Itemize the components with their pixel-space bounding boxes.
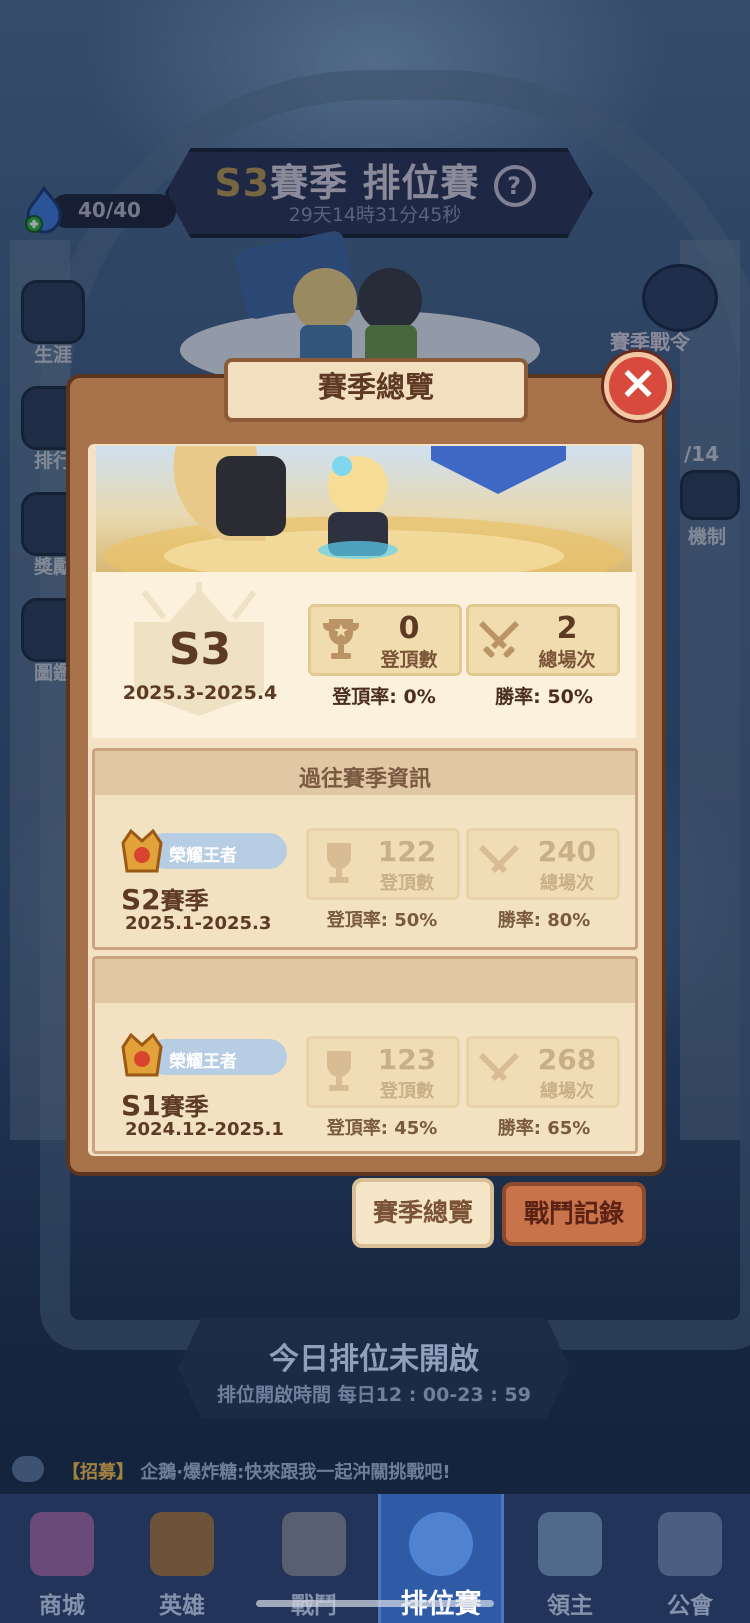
past-peak-stat: 123 登頂數 — [306, 1036, 460, 1108]
past-season-code: S1 — [121, 1089, 161, 1122]
nav-label: 商城 — [39, 1593, 85, 1619]
win-rate-label: 勝率: — [497, 1118, 541, 1139]
close-button[interactable]: × — [604, 352, 672, 420]
win-rate-label: 勝率: — [497, 910, 541, 931]
past-total-count: 268 — [537, 1043, 597, 1076]
current-peak-label: 登頂數 — [380, 649, 438, 671]
past-season-range: 2025.1-2025.3 — [125, 913, 272, 934]
past-total-label: 總場次 — [540, 1081, 594, 1102]
past-peak-rate: 登頂率: 45% — [302, 1114, 462, 1140]
past-win-rate: 勝率: 80% — [464, 906, 624, 932]
past-seasons-title: 過往賽季資訊 — [298, 767, 431, 792]
trophy-icon — [327, 843, 351, 883]
trophy-icon — [323, 619, 359, 659]
past-season-word: 賽季 — [160, 1093, 209, 1121]
past-peak-count: 122 — [377, 835, 437, 868]
past-peak-rate: 登頂率: 50% — [302, 906, 462, 932]
nav-label: 公會 — [667, 1593, 713, 1619]
modal-title: 賽季總覽 — [317, 370, 434, 404]
past-peak-label: 登頂數 — [380, 873, 434, 894]
current-peak-count: 0 — [398, 611, 420, 646]
rank-title: 榮耀王者 — [169, 1052, 237, 1072]
past-season-range: 2024.12-2025.1 — [125, 1119, 284, 1140]
past-peak-count: 123 — [377, 1043, 437, 1076]
peak-rate-value: 50% — [394, 910, 438, 931]
past-season-word: 賽季 — [160, 887, 209, 915]
nav-hero[interactable]: 英雄 — [122, 1494, 242, 1623]
win-rate-value: 80% — [547, 910, 591, 931]
past-season-label: S1賽季 — [121, 1087, 209, 1122]
chat-tag: 【招募】 — [62, 1462, 134, 1483]
chat-message-text: 企鵝·爆炸糖:快來跟我一起沖關挑戰吧! — [140, 1462, 451, 1483]
home-indicator[interactable] — [256, 1600, 494, 1607]
hero-icon — [150, 1512, 214, 1576]
lord-icon — [538, 1512, 602, 1576]
trophy-icon — [327, 1051, 351, 1091]
tab-battle-records[interactable]: 戰鬥記錄 — [502, 1182, 646, 1246]
past-total-stat: 240 總場次 — [466, 828, 620, 900]
current-total-count: 2 — [556, 611, 578, 646]
peak-rate-value: 45% — [394, 1118, 438, 1139]
current-season-code: S3 — [168, 624, 232, 675]
past-total-label: 總場次 — [540, 873, 594, 894]
past-season-label: S2賽季 — [121, 881, 209, 916]
peak-rate-value: 0% — [403, 686, 436, 708]
chat-message: 【招募】 企鵝·爆炸糖:快來跟我一起沖關挑戰吧! — [62, 1458, 451, 1484]
win-rate-label: 勝率: — [495, 686, 541, 708]
nav-label: 英雄 — [159, 1593, 205, 1619]
past-total-stat: 268 總場次 — [466, 1036, 620, 1108]
peak-rate-label: 登頂率: — [326, 910, 388, 931]
nav-label: 領主 — [547, 1593, 593, 1619]
current-peak-stat: 0 登頂數 — [308, 604, 462, 676]
past-total-count: 240 — [537, 835, 597, 868]
ranked-status-title: 今日排位未開啟 — [269, 1342, 479, 1377]
close-icon: × — [618, 355, 658, 409]
nav-guild[interactable]: 公會 — [630, 1494, 750, 1623]
current-peak-rate: 登頂率: 0% — [304, 682, 464, 709]
chat-bubble-icon — [12, 1456, 44, 1482]
nav-shop[interactable]: 商城 — [2, 1494, 122, 1623]
past-win-rate: 勝率: 65% — [464, 1114, 624, 1140]
win-rate-value: 50% — [547, 686, 593, 708]
crossed-swords-icon — [479, 621, 519, 658]
banner-artwork — [104, 446, 624, 572]
ranked-open-time: 排位開啟時間 每日12 : 00-23 : 59 — [217, 1384, 531, 1406]
crown-rank-icon — [121, 1032, 163, 1077]
crossed-swords-icon — [479, 1053, 519, 1081]
current-season-range: 2025.3-2025.4 — [122, 682, 278, 704]
current-total-stat: 2 總場次 — [466, 604, 620, 676]
battle-icon — [282, 1512, 346, 1576]
chat-ticker[interactable]: 【招募】 企鵝·爆炸糖:快來跟我一起沖關挑戰吧! — [12, 1456, 742, 1486]
current-win-rate: 勝率: 50% — [464, 682, 624, 709]
peak-rate-label: 登頂率: — [326, 1118, 388, 1139]
shop-icon — [30, 1512, 94, 1576]
season-banner-image — [96, 446, 632, 572]
past-season-code: S2 — [121, 883, 161, 916]
tab-season-overview[interactable]: 賽季總覽 — [352, 1178, 494, 1248]
win-rate-value: 65% — [547, 1118, 591, 1139]
crown-rank-icon — [121, 828, 163, 873]
crossed-swords-icon — [479, 845, 519, 873]
current-total-label: 總場次 — [538, 649, 596, 671]
nav-lord[interactable]: 領主 — [510, 1494, 630, 1623]
rank-title: 榮耀王者 — [169, 846, 237, 866]
guild-icon — [658, 1512, 722, 1576]
ranked-icon — [409, 1512, 473, 1576]
peak-rate-label: 登頂率: — [332, 686, 397, 708]
past-season-header — [95, 959, 635, 1003]
past-peak-label: 登頂數 — [380, 1081, 434, 1102]
past-peak-stat: 122 登頂數 — [306, 828, 460, 900]
